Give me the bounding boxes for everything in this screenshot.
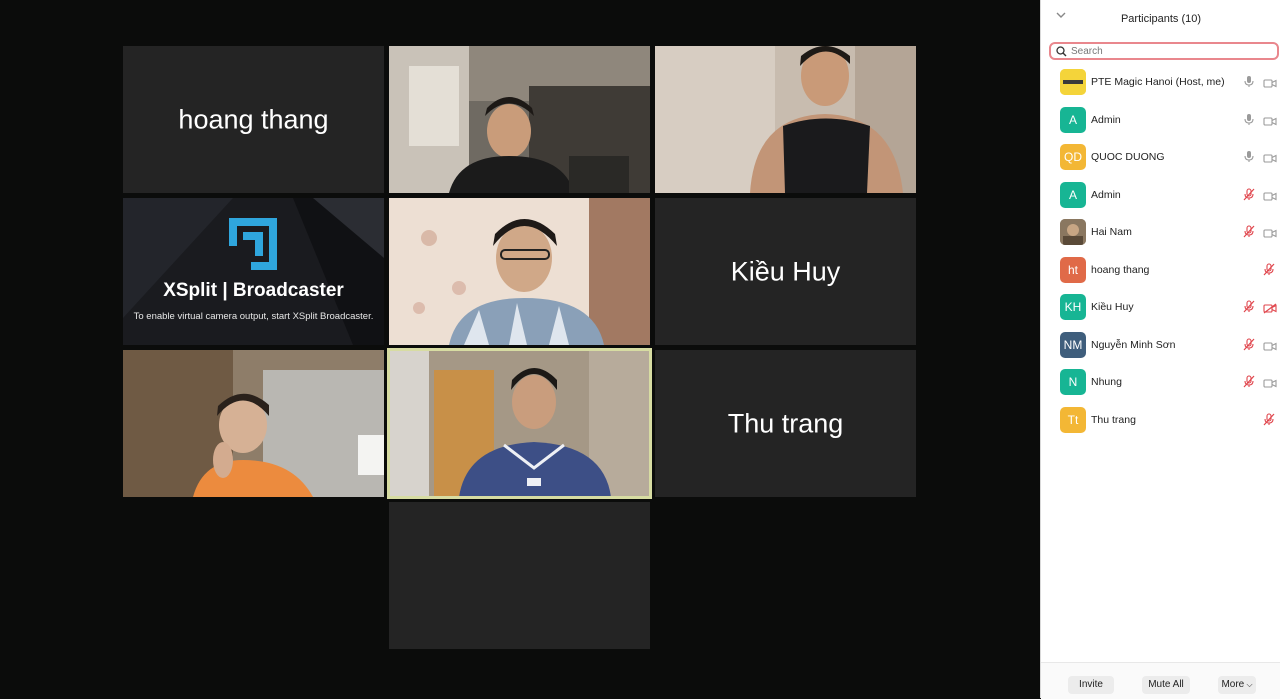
avatar: ht [1060,256,1086,283]
mic-icon[interactable] [1243,113,1255,131]
participant-name: Admin [1091,113,1121,126]
participant-row[interactable]: A Admin [1041,105,1280,135]
participant-name: PTE Magic Hanoi (Host, me) [1091,76,1225,88]
mute-all-button[interactable]: Mute All [1142,676,1190,694]
participant-row[interactable]: KH Kiều Huy [1041,292,1280,322]
video-tile-hoang-thang[interactable]: hoang thang [123,46,384,193]
avatar: KH [1060,294,1086,320]
avatar: Tt [1060,406,1086,433]
xsplit-title: XSplit | Broadcaster [163,280,344,301]
mic-muted-icon[interactable] [1263,412,1275,431]
mic-icon[interactable] [1243,150,1255,168]
participant-name: Thu trang [1091,413,1136,426]
participant-name: Nhung [1091,376,1122,388]
avatar [1060,219,1086,245]
participant-row[interactable]: NM Nguyễn Minh Sơn [1041,330,1280,360]
participant-row[interactable]: ht hoang thang [1041,255,1280,285]
mic-muted-icon[interactable] [1243,337,1255,356]
participant-name-label: Kiều Huy [730,256,841,286]
participant-name-label: hoang thang [178,104,329,134]
camera-icon[interactable] [1263,151,1277,169]
video-tile-xsplit[interactable]: XSplit | Broadcaster To enable virtual c… [123,198,384,345]
mic-muted-icon[interactable] [1243,375,1255,393]
panel-title: Participants (10) [1120,13,1202,25]
search-field[interactable] [1049,42,1279,60]
participant-row[interactable]: A Admin [1041,180,1280,210]
xsplit-logo-icon [229,218,277,270]
more-label: More [1221,679,1245,690]
xsplit-message: To enable virtual camera output, start X… [133,311,374,322]
camera-icon[interactable] [1263,189,1277,207]
search-input[interactable] [1071,45,1271,58]
search-icon [1056,46,1067,57]
invite-button[interactable]: Invite [1068,676,1114,694]
avatar: A [1060,181,1086,208]
participant-row[interactable]: QD QUOC DUONG [1041,142,1280,172]
avatar: NM [1060,331,1086,358]
video-feed [389,350,650,497]
avatar: A [1060,106,1086,133]
participant-row[interactable]: PTE Magic Hanoi (Host, me) [1041,67,1280,97]
camera-icon[interactable] [1263,339,1277,357]
participant-name: Admin [1091,188,1121,201]
camera-icon[interactable] [1263,226,1277,244]
participant-name-label: Thu trang [727,408,844,438]
mic-muted-icon[interactable] [1263,262,1275,281]
mic-icon[interactable] [1243,75,1255,93]
avatar [1060,69,1086,95]
video-feed [655,46,916,193]
video-tile-active-speaker[interactable] [387,348,652,499]
mic-muted-icon[interactable] [1243,300,1255,318]
avatar: QD [1060,144,1086,170]
participant-row[interactable]: N Nhung [1041,367,1280,397]
chevron-down-icon: ⌵ [1244,680,1253,689]
camera-icon[interactable] [1263,114,1277,132]
camera-off-icon[interactable] [1263,301,1277,319]
video-tile-camera[interactable] [389,46,650,193]
avatar: N [1060,369,1086,395]
participants-panel: Participants (10) PTE Magic Hanoi (Host,… [1040,0,1280,699]
mic-muted-icon[interactable] [1243,225,1255,243]
video-tile-kieu-huy[interactable]: Kiều Huy [655,198,916,345]
participant-name: hoang thang [1091,263,1150,276]
participant-name: Kiều Huy [1091,301,1134,313]
participant-name: QUOC DUONG [1091,151,1165,163]
video-tile-camera[interactable] [389,198,650,345]
participant-name: Nguyễn Minh Sơn [1091,338,1176,351]
video-tile-camera[interactable] [123,350,384,497]
participant-name: Hai Nam [1091,226,1132,238]
video-gallery: hoang thang XSplit | Broadcaster To enab… [0,0,1040,698]
video-feed [123,350,384,497]
panel-header: Participants (10) [1041,0,1280,38]
video-tile-camera[interactable] [655,46,916,193]
camera-icon[interactable] [1263,76,1277,94]
panel-footer: Invite Mute All More ⌵ [1041,662,1280,699]
video-feed [389,198,650,345]
participant-row[interactable]: Tt Thu trang [1041,405,1280,435]
mic-muted-icon[interactable] [1243,187,1255,206]
video-feed [389,46,650,193]
video-tile-thu-trang[interactable]: Thu trang [655,350,916,497]
camera-icon[interactable] [1263,376,1277,394]
video-tile-empty[interactable] [389,502,650,649]
participant-row[interactable]: Hai Nam [1041,217,1280,247]
more-button[interactable]: More ⌵ [1218,676,1256,694]
